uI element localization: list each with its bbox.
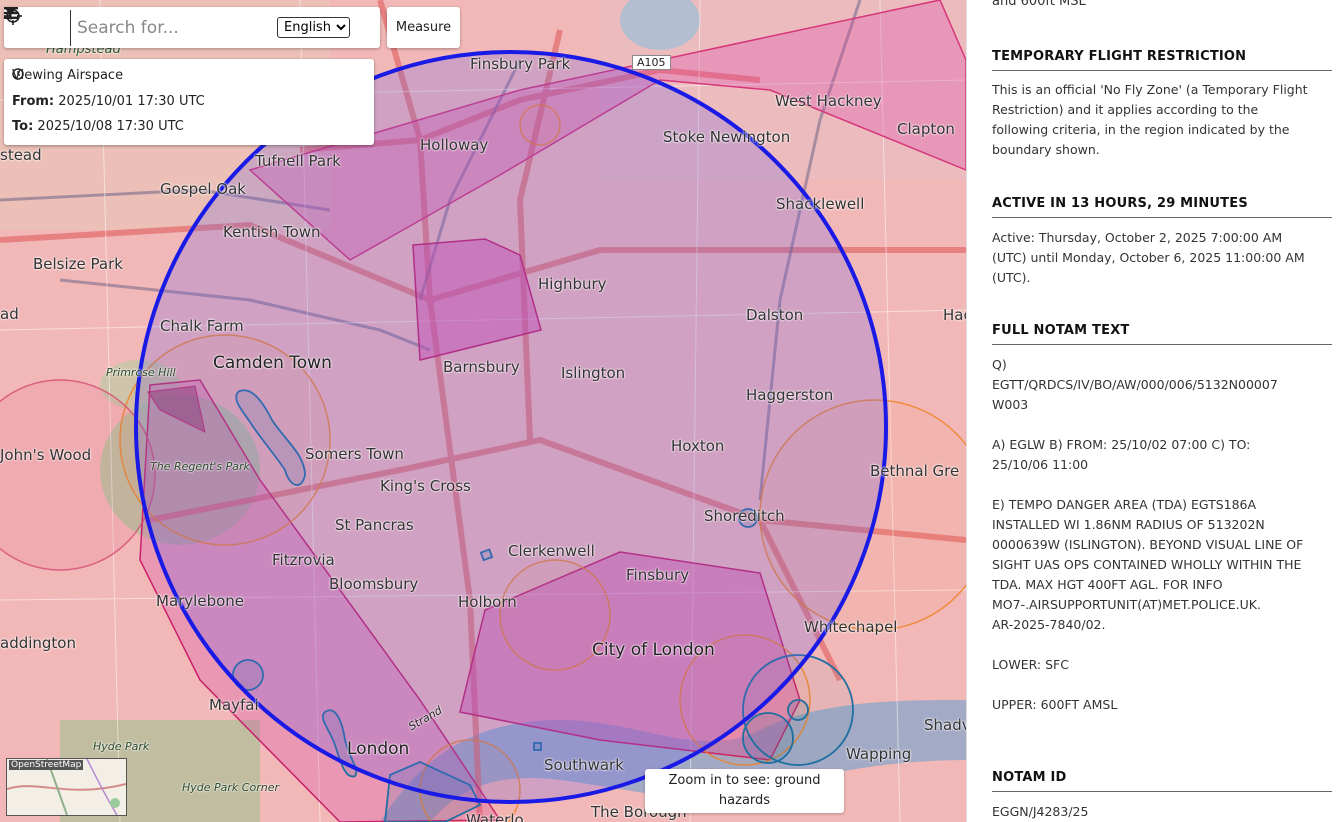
section-heading-notam-id: NOTAM ID: [992, 770, 1332, 792]
section-body-active: Active: Thursday, October 2, 2025 7:00:0…: [992, 230, 1305, 285]
clock-icon: [12, 68, 24, 80]
notam-detail-panel[interactable]: and 600ft MSL TEMPORARY FLIGHT RESTRICTI…: [966, 0, 1339, 822]
section-heading-tfr: TEMPORARY FLIGHT RESTRICTION: [992, 49, 1332, 71]
zoom-hint-box: Zoom in to see: ground hazards: [645, 769, 844, 813]
temporary-flight-restriction-circle[interactable]: [134, 50, 888, 804]
section-heading-notam-text: FULL NOTAM TEXT: [992, 323, 1332, 345]
from-label: From:: [12, 94, 55, 109]
section-body-tfr: This is an official 'No Fly Zone' (a Tem…: [992, 82, 1308, 157]
map-toolbar: English: [4, 7, 380, 48]
hazard-tower-small: [787, 699, 809, 721]
viewing-airspace-panel: Viewing Airspace From: 2025/10/01 17:30 …: [4, 59, 374, 145]
viewing-from-row: From: 2025/10/01 17:30 UTC: [12, 94, 205, 109]
viewing-title: Viewing Airspace: [12, 68, 124, 83]
section-heading-active: ACTIVE IN 13 HOURS, 29 MINUTES: [992, 196, 1332, 218]
viewing-to-row: To: 2025/10/08 17:30 UTC: [12, 119, 184, 134]
basemap-label: OpenStreetMap: [9, 760, 84, 770]
language-select[interactable]: English: [277, 17, 350, 38]
section-body-notam-id: EGGN/J4283/25: [992, 804, 1089, 819]
measure-button[interactable]: Measure: [387, 7, 460, 48]
search-input[interactable]: [70, 9, 271, 46]
viewing-title-row: Viewing Airspace: [12, 68, 123, 83]
section-body-notam-text: Q) EGTT/QRDCS/IV/BO/AW/000/006/5132N0000…: [992, 357, 1304, 712]
to-label: To:: [12, 119, 34, 134]
from-value: 2025/10/01 17:30 UTC: [58, 94, 205, 109]
filter-funnel-icon[interactable]: [4, 7, 66, 42]
crosshair-locate-icon[interactable]: [4, 7, 46, 42]
airspace-map[interactable]: Hampstead Finsbury Park West Hackney Cla…: [0, 0, 966, 822]
to-value: 2025/10/08 17:30 UTC: [37, 119, 184, 134]
basemap-switcher[interactable]: OpenStreetMap: [6, 758, 127, 816]
panel-top-text: and 600ft MSL: [992, 0, 1086, 9]
hazard-tower-bridge: [742, 712, 794, 764]
